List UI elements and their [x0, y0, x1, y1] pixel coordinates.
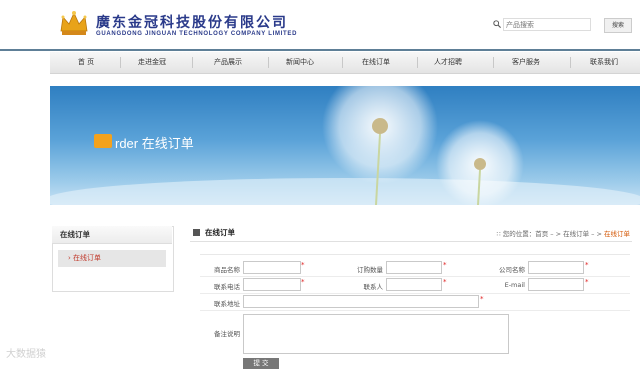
nav-separator: [493, 57, 494, 68]
site-header: 廣东金冠科技股份有限公司 GUANGDONG JINGUAN TECHNOLOG…: [0, 0, 640, 50]
main-nav: 首 页 走进金冠 产品展示 新闻中心 在线订单 人才招聘 客户服务 联系我们: [50, 52, 640, 74]
watermark: 大数据猿: [6, 349, 46, 360]
company-name-cn: 廣东金冠科技股份有限公司: [96, 15, 288, 31]
nav-item-news[interactable]: 新闻中心: [276, 52, 324, 73]
banner-title: rder 在线订单: [95, 133, 194, 152]
nav-item-products[interactable]: 产品展示: [204, 52, 252, 73]
page-title: 在线订单: [205, 228, 235, 237]
company-name-en: GUANGDONG JINGUAN TECHNOLOGY COMPANY LIM…: [96, 31, 298, 37]
phone-input[interactable]: [243, 278, 301, 291]
banner-title-text: rder 在线订单: [115, 136, 194, 151]
order-qty-label: 订购数量: [357, 266, 383, 274]
required-mark: *: [585, 278, 589, 286]
nav-separator: [120, 57, 121, 68]
company-name-input[interactable]: [528, 261, 584, 274]
search-input[interactable]: [503, 18, 591, 31]
breadcrumb-current: 在线订单: [604, 230, 630, 238]
phone-label: 联系电话: [214, 283, 240, 291]
required-mark: *: [443, 261, 447, 269]
search-button[interactable]: 搜索: [604, 18, 632, 33]
nav-item-contact[interactable]: 联系我们: [578, 52, 630, 73]
required-mark: *: [480, 295, 484, 303]
search-icon: [493, 20, 501, 28]
order-qty-input[interactable]: [386, 261, 442, 274]
nav-item-home[interactable]: 首 页: [62, 52, 110, 73]
row-divider: [200, 310, 630, 311]
breadcrumb-path[interactable]: ∷ 您的位置：首页 – > 在线订单 – >: [497, 230, 605, 238]
required-mark: *: [301, 278, 305, 286]
nav-separator: [192, 57, 193, 68]
sidebar-item-online-order[interactable]: › 在线订单: [58, 250, 166, 267]
address-input[interactable]: [243, 295, 479, 308]
search-box: [493, 18, 598, 31]
nav-separator: [417, 57, 418, 68]
nav-separator: [570, 57, 571, 68]
breadcrumb: ∷ 您的位置：首页 – > 在线订单 – > 在线订单: [497, 228, 631, 238]
row-divider: [200, 276, 630, 277]
crown-logo-icon: [60, 11, 88, 35]
submit-button[interactable]: 提 交: [243, 358, 279, 369]
sidebar-title: 在线订单: [52, 226, 172, 244]
row-divider: [200, 293, 630, 294]
address-label: 联系地址: [214, 300, 240, 308]
required-mark: *: [585, 261, 589, 269]
email-label: E-mail: [504, 281, 525, 289]
nav-item-online-order[interactable]: 在线订单: [352, 52, 400, 73]
product-name-input[interactable]: [243, 261, 301, 274]
required-mark: *: [301, 261, 305, 269]
nav-separator: [268, 57, 269, 68]
company-name-label: 公司名称: [499, 266, 525, 274]
required-mark: *: [443, 278, 447, 286]
email-input[interactable]: [528, 278, 584, 291]
product-name-label: 商品名称: [214, 266, 240, 274]
contact-label: 联系人: [363, 283, 384, 291]
square-bullet-icon: [193, 229, 200, 236]
nav-item-careers[interactable]: 人才招聘: [424, 52, 472, 73]
nav-separator: [342, 57, 343, 68]
remarks-label: 备注说明: [214, 330, 240, 338]
contact-input[interactable]: [386, 278, 442, 291]
nav-item-about[interactable]: 走进金冠: [128, 52, 176, 73]
remarks-textarea[interactable]: [243, 314, 509, 354]
nav-item-customer-service[interactable]: 客户服务: [502, 52, 550, 73]
header-divider: [0, 49, 640, 51]
